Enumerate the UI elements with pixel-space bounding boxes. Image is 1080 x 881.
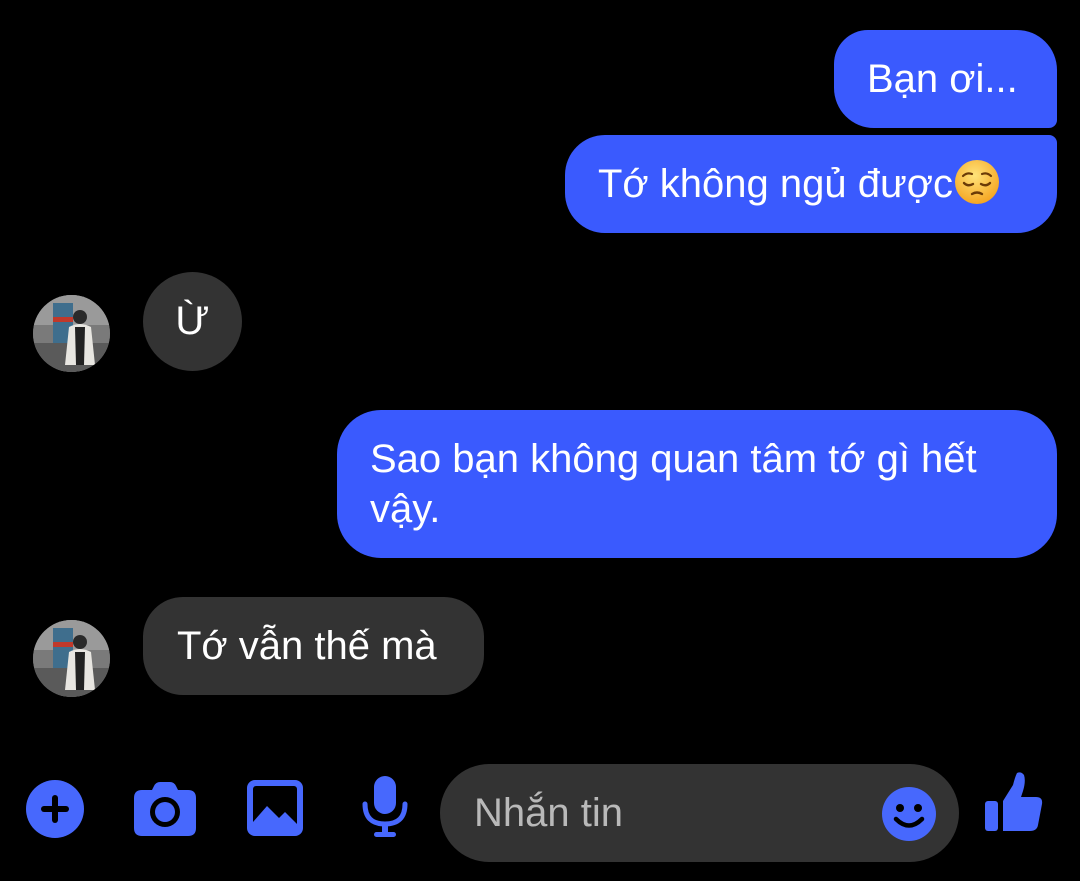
message-text: Tớ không ngủ được bbox=[598, 162, 953, 206]
plus-icon[interactable] bbox=[26, 780, 84, 838]
message-text: Tớ vẫn thế mà bbox=[177, 624, 437, 668]
friend-avatar[interactable] bbox=[33, 620, 110, 697]
microphone-icon[interactable] bbox=[362, 776, 408, 838]
message-text: Bạn ơi... bbox=[867, 57, 1018, 101]
incoming-message-bubble[interactable]: Ừ bbox=[143, 272, 242, 371]
message-text: Sao bạn không quan tâm tớ gì hết vậy. bbox=[370, 437, 977, 531]
emoji-icon[interactable] bbox=[881, 786, 937, 842]
camera-icon[interactable] bbox=[134, 780, 196, 836]
friend-avatar[interactable] bbox=[33, 295, 110, 372]
outgoing-message-bubble[interactable]: Sao bạn không quan tâm tớ gì hết vậy. bbox=[337, 410, 1057, 558]
profile-photo bbox=[33, 295, 110, 372]
message-input[interactable] bbox=[474, 788, 854, 838]
profile-photo bbox=[33, 620, 110, 697]
incoming-message-bubble[interactable]: Tớ vẫn thế mà bbox=[143, 597, 484, 695]
message-composer[interactable] bbox=[440, 764, 959, 862]
image-icon[interactable] bbox=[247, 780, 303, 836]
message-text: Ừ bbox=[175, 299, 210, 343]
outgoing-message-bubble[interactable]: Tớ không ngủ được bbox=[565, 135, 1057, 233]
thumbs-up-icon[interactable] bbox=[985, 771, 1043, 833]
outgoing-message-bubble[interactable]: Bạn ơi... bbox=[834, 30, 1057, 128]
pensive-face-emoji bbox=[954, 160, 999, 204]
